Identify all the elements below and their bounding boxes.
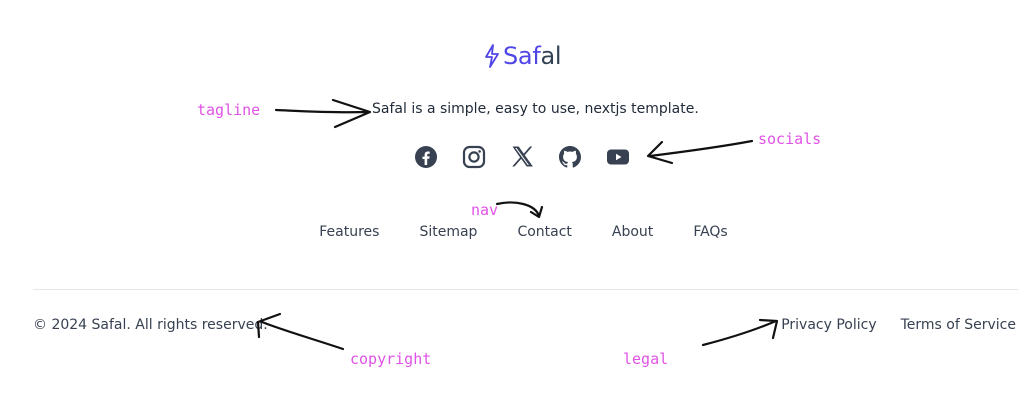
brand-logo[interactable]: Safal	[483, 40, 562, 72]
terms-of-service-link[interactable]: Terms of Service	[901, 317, 1016, 333]
nav-link-about[interactable]: About	[612, 224, 653, 240]
github-icon	[559, 146, 581, 168]
arrow-socials	[646, 139, 754, 165]
tagline: Safal is a simple, easy to use, nextjs t…	[372, 101, 699, 117]
instagram-link[interactable]	[462, 145, 486, 169]
facebook-link[interactable]	[414, 145, 438, 169]
brand-name-part2: al	[540, 42, 562, 70]
nav-link-faqs[interactable]: FAQs	[693, 224, 727, 240]
github-link[interactable]	[558, 145, 582, 169]
arrow-nav	[495, 201, 544, 219]
arrow-legal	[701, 318, 779, 347]
brand-name: Safal	[503, 42, 562, 70]
legal-links: Privacy Policy Terms of Service	[781, 317, 1016, 333]
nav-link-contact[interactable]: Contact	[517, 224, 571, 240]
facebook-icon	[415, 146, 437, 168]
youtube-link[interactable]	[606, 145, 630, 169]
arrow-copyright	[256, 312, 345, 351]
annotation-socials: socials	[758, 130, 822, 148]
annotation-tagline: tagline	[197, 101, 261, 119]
x-link[interactable]	[510, 145, 534, 169]
footer-divider	[33, 289, 1018, 290]
youtube-icon	[607, 149, 629, 165]
annotation-legal: legal	[623, 350, 669, 368]
copyright-text: © 2024 Safal. All rights reserved.	[33, 317, 268, 333]
bolt-icon	[485, 44, 499, 68]
annotation-nav: nav	[471, 201, 499, 219]
brand-name-part1: Saf	[503, 42, 541, 70]
footer-nav: Features Sitemap Contact About FAQs	[0, 224, 1033, 240]
privacy-policy-link[interactable]: Privacy Policy	[781, 317, 876, 333]
annotation-copyright: copyright	[350, 350, 432, 368]
arrow-tagline	[274, 98, 372, 129]
x-icon	[512, 146, 533, 167]
nav-link-features[interactable]: Features	[319, 224, 379, 240]
nav-link-sitemap[interactable]: Sitemap	[419, 224, 477, 240]
social-links	[414, 145, 630, 169]
instagram-icon	[462, 145, 486, 169]
